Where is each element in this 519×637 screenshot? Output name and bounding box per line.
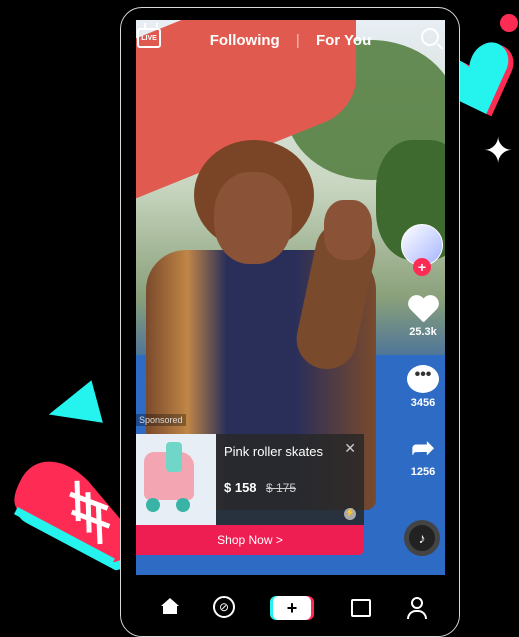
share-icon: ➦ xyxy=(411,432,435,463)
home-icon[interactable] xyxy=(158,596,182,620)
product-image[interactable] xyxy=(136,434,216,526)
share-count: 1256 xyxy=(410,466,436,478)
like-button[interactable]: 25.3k xyxy=(401,296,445,338)
search-icon[interactable] xyxy=(421,28,439,46)
create-button[interactable]: + xyxy=(273,596,311,620)
product-title: Pink roller skates xyxy=(224,444,323,459)
skate-lace xyxy=(166,442,182,472)
comment-count: 3456 xyxy=(410,397,436,409)
ad-info-icon[interactable]: ⚡ xyxy=(344,508,356,520)
heart-icon xyxy=(407,296,439,324)
tab-following[interactable]: Following xyxy=(210,32,280,49)
profile-icon[interactable] xyxy=(405,596,429,620)
share-button[interactable]: ➦ 1256 xyxy=(401,432,445,479)
inbox-icon[interactable] xyxy=(349,596,373,620)
discover-icon[interactable]: ⊘ xyxy=(213,596,235,618)
person-face xyxy=(214,172,292,264)
feed-tabs: Following | For You xyxy=(136,32,445,49)
follow-button[interactable]: + xyxy=(413,258,431,276)
music-disc-icon[interactable]: ♪ xyxy=(404,520,440,556)
comment-button[interactable]: ••• 3456 xyxy=(401,365,445,409)
phone-frame: LIVE Following | For You + 25.3k ••• 345… xyxy=(120,7,460,637)
tab-separator: | xyxy=(295,32,300,49)
sparkle-decoration-icon: ✦ xyxy=(483,130,514,171)
person-hand xyxy=(324,200,372,260)
comment-icon: ••• xyxy=(407,365,439,393)
product-price: $ 158 xyxy=(224,480,257,495)
product-original-price: $ 175 xyxy=(266,481,297,495)
skate-wheel xyxy=(146,498,160,512)
bottom-tab-bar: ⊘ + xyxy=(121,576,459,636)
tab-for-you[interactable]: For You xyxy=(316,32,371,49)
shop-now-button[interactable]: Shop Now > xyxy=(136,525,364,555)
close-icon[interactable]: ✕ xyxy=(344,440,356,457)
triangle-decoration-icon xyxy=(43,380,103,436)
skate-wheel xyxy=(176,498,190,512)
video-feed[interactable]: LIVE Following | For You + 25.3k ••• 345… xyxy=(136,20,445,575)
like-count: 25.3k xyxy=(409,326,437,338)
sponsored-label: Sponsored xyxy=(136,414,186,426)
product-ad-card[interactable]: Pink roller skates ✕ $ 158 $ 175 ⚡ xyxy=(136,434,364,526)
red-dot-decoration xyxy=(500,14,518,32)
